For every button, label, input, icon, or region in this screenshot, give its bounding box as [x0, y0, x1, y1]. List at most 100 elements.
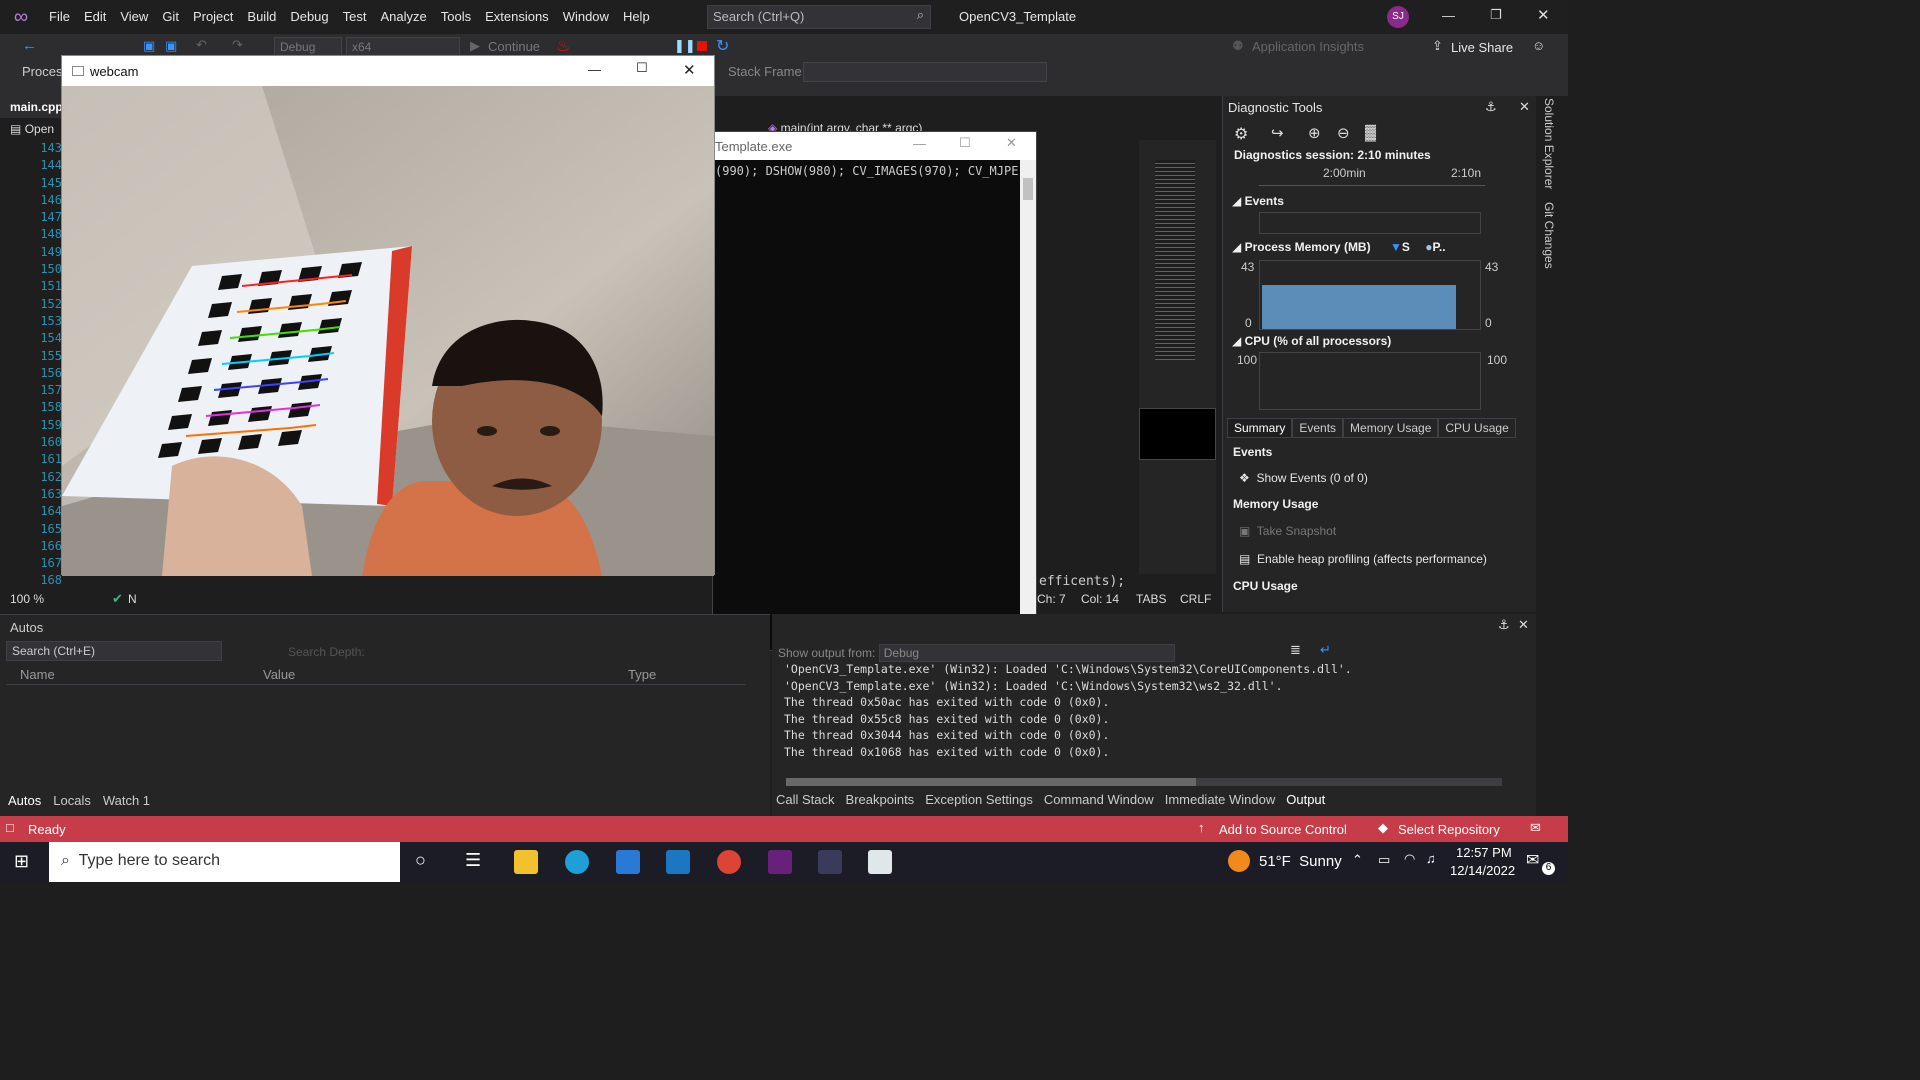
webcam-window[interactable]: webcam — ☐ ✕: [61, 55, 715, 576]
tray-chevron-icon[interactable]: ⌃: [1352, 852, 1363, 868]
clear-all-icon[interactable]: ≣: [1290, 642, 1301, 658]
tab-locals[interactable]: Locals: [53, 793, 91, 808]
menu-tools[interactable]: Tools: [434, 0, 478, 34]
diag-tab-summary[interactable]: Summary: [1227, 418, 1293, 438]
restart-icon[interactable]: ↻: [716, 36, 729, 56]
webcam-app-icon[interactable]: [868, 850, 892, 874]
menu-file[interactable]: File: [42, 0, 77, 34]
select-repository[interactable]: Select Repository: [1398, 822, 1500, 837]
clock-date[interactable]: 12/14/2022: [1450, 863, 1515, 878]
zoom-out-icon[interactable]: ⊖: [1337, 124, 1350, 142]
tab-command-window[interactable]: Command Window: [1044, 792, 1154, 807]
heap-profiling-button[interactable]: ▤ Enable heap profiling (affects perform…: [1239, 552, 1487, 566]
tab-exception-settings[interactable]: Exception Settings: [925, 792, 1033, 807]
minimap[interactable]: [1139, 140, 1216, 574]
zoom-in-icon[interactable]: ⊕: [1308, 124, 1321, 142]
cpu-section[interactable]: ◢ CPU (% of all processors): [1232, 334, 1391, 348]
webcam-title-bar[interactable]: webcam — ☐ ✕: [62, 56, 714, 86]
minimap-viewport[interactable]: [1139, 408, 1216, 460]
menu-project[interactable]: Project: [186, 0, 240, 34]
save-icon[interactable]: ▣: [143, 38, 155, 54]
side-tab-git-changes[interactable]: Git Changes: [1542, 202, 1556, 269]
settings-icon[interactable]: ⚙: [1234, 124, 1248, 144]
stop-icon[interactable]: [697, 41, 707, 51]
zoom-level[interactable]: 100 %: [10, 592, 44, 606]
cortana-icon[interactable]: ○: [415, 850, 426, 871]
add-to-source-control[interactable]: Add to Source Control: [1219, 822, 1347, 837]
windows-start-icon[interactable]: ⊞: [14, 851, 29, 872]
menu-analyze[interactable]: Analyze: [373, 0, 433, 34]
show-events-link[interactable]: ❖ Show Events (0 of 0): [1239, 471, 1368, 485]
console-window[interactable]: Template.exe — ☐ ✕ (990); DSHOW(980); CV…: [712, 131, 1037, 651]
menu-window[interactable]: Window: [556, 0, 616, 34]
wifi-icon[interactable]: ◠: [1404, 851, 1415, 867]
autos-search[interactable]: Search (Ctrl+E): [6, 641, 222, 661]
menu-debug[interactable]: Debug: [283, 0, 335, 34]
task-view-icon[interactable]: ☰: [465, 850, 481, 871]
live-share-button[interactable]: Live Share: [1451, 40, 1513, 55]
indent-mode[interactable]: TABS: [1136, 592, 1166, 606]
issues-label[interactable]: N: [128, 592, 137, 606]
menu-build[interactable]: Build: [240, 0, 283, 34]
project-crumb[interactable]: ▤ Open: [10, 122, 54, 136]
platform-select[interactable]: x64: [346, 37, 460, 57]
events-section[interactable]: ◢ Events: [1232, 194, 1284, 208]
memory-section[interactable]: ◢ Process Memory (MB) ▼S ●P..: [1232, 240, 1446, 254]
config-select[interactable]: Debug: [274, 37, 342, 57]
tab-watch-1[interactable]: Watch 1: [103, 793, 150, 808]
col-value[interactable]: Value: [263, 667, 295, 682]
tab-output[interactable]: Output: [1286, 792, 1325, 807]
save-all-icon[interactable]: ▣: [165, 38, 177, 54]
col-name[interactable]: Name: [20, 667, 55, 682]
vs-logo-icon[interactable]: ∞: [0, 6, 42, 29]
output-pin-icon[interactable]: ⚓: [1498, 617, 1510, 633]
pause-icon[interactable]: ❚❚: [674, 38, 696, 54]
diag-close-icon[interactable]: ✕: [1519, 99, 1530, 115]
app-insights-label[interactable]: Application Insights: [1252, 39, 1364, 54]
close-button[interactable]: ✕: [1537, 6, 1550, 24]
console-maximize-button[interactable]: ☐: [959, 135, 971, 151]
webcam-minimize-button[interactable]: —: [588, 62, 601, 77]
menu-git[interactable]: Git: [155, 0, 186, 34]
back-icon[interactable]: ←: [22, 37, 37, 54]
undo-icon[interactable]: ↶: [196, 37, 207, 53]
notification-center-icon[interactable]: ✉: [1526, 850, 1539, 870]
clock-time[interactable]: 12:57 PM: [1456, 845, 1512, 860]
tab-autos[interactable]: Autos: [8, 793, 41, 808]
col-type[interactable]: Type: [628, 667, 656, 682]
pin-icon[interactable]: ⚓: [1485, 99, 1497, 115]
tab-breakpoints[interactable]: Breakpoints: [846, 792, 915, 807]
minimize-button[interactable]: —: [1442, 8, 1455, 23]
tab-immediate-window[interactable]: Immediate Window: [1165, 792, 1276, 807]
taskbar-search[interactable]: ⌕ Type here to search: [49, 842, 400, 882]
avatar[interactable]: SJ: [1387, 6, 1409, 28]
timeline[interactable]: 2:00min 2:10n: [1259, 164, 1485, 186]
menu-help[interactable]: Help: [616, 0, 657, 34]
diag-tab-memory-usage[interactable]: Memory Usage: [1343, 418, 1439, 438]
menu-view[interactable]: View: [113, 0, 155, 34]
redo-icon[interactable]: ↷: [232, 37, 243, 53]
feedback-icon[interactable]: ☺: [1532, 38, 1545, 53]
webcam-close-button[interactable]: ✕: [683, 61, 696, 79]
tab-call-stack[interactable]: Call Stack: [776, 792, 835, 807]
continue-icon[interactable]: ▶: [470, 38, 480, 54]
diag-tab-cpu-usage[interactable]: CPU Usage: [1438, 418, 1516, 438]
take-snapshot-button[interactable]: ▣ Take Snapshot: [1239, 524, 1336, 538]
word-wrap-icon[interactable]: ↵: [1320, 642, 1331, 658]
chrome-icon[interactable]: [717, 850, 741, 874]
menu-edit[interactable]: Edit: [77, 0, 113, 34]
hot-reload-icon[interactable]: ♨: [556, 36, 570, 56]
webcam-maximize-button[interactable]: ☐: [636, 60, 648, 76]
menu-test[interactable]: Test: [336, 0, 374, 34]
search-box[interactable]: Search (Ctrl+Q) ⌕: [707, 5, 931, 29]
console-title-bar[interactable]: Template.exe — ☐ ✕: [713, 132, 1036, 160]
notifications-icon[interactable]: ✉: [1530, 820, 1541, 836]
console-minimize-button[interactable]: —: [913, 136, 926, 151]
file-explorer-icon[interactable]: [514, 850, 538, 874]
terminal-icon[interactable]: [818, 850, 842, 874]
line-endings[interactable]: CRLF: [1180, 592, 1211, 606]
visual-studio-icon[interactable]: [768, 850, 792, 874]
console-scrollbar[interactable]: [1020, 160, 1036, 650]
stack-frame-select[interactable]: [803, 62, 1047, 82]
console-close-button[interactable]: ✕: [1006, 135, 1017, 151]
